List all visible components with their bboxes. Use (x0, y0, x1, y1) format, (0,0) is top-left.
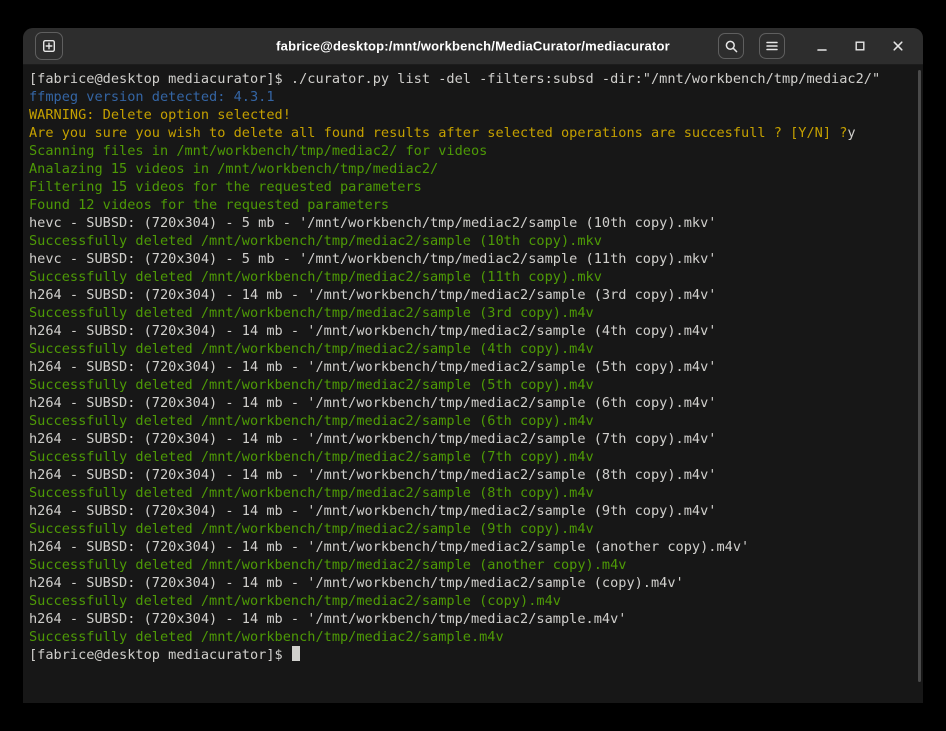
terminal-line: Are you sure you wish to delete all foun… (29, 124, 917, 142)
terminal-line: Filtering 15 videos for the requested pa… (29, 178, 917, 196)
terminal-line: Successfully deleted /mnt/workbench/tmp/… (29, 304, 917, 322)
terminal-window: fabrice@desktop:/mnt/workbench/MediaCura… (23, 28, 923, 703)
terminal-line: h264 - SUBSD: (720x304) - 14 mb - '/mnt/… (29, 466, 917, 484)
minimize-icon (815, 39, 829, 53)
terminal-line: h264 - SUBSD: (720x304) - 14 mb - '/mnt/… (29, 286, 917, 304)
terminal-line: Scanning files in /mnt/workbench/tmp/med… (29, 142, 917, 160)
new-tab-icon (41, 38, 57, 54)
terminal-line: Successfully deleted /mnt/workbench/tmp/… (29, 556, 917, 574)
terminal-line: h264 - SUBSD: (720x304) - 14 mb - '/mnt/… (29, 394, 917, 412)
terminal-line: Successfully deleted /mnt/workbench/tmp/… (29, 592, 917, 610)
terminal-line: Successfully deleted /mnt/workbench/tmp/… (29, 412, 917, 430)
terminal-output[interactable]: [fabrice@desktop mediacurator]$ ./curato… (23, 65, 923, 703)
terminal-line: Analazing 15 videos in /mnt/workbench/tm… (29, 160, 917, 178)
terminal-line: Found 12 videos for the requested parame… (29, 196, 917, 214)
terminal-line: h264 - SUBSD: (720x304) - 14 mb - '/mnt/… (29, 574, 917, 592)
terminal-line: Successfully deleted /mnt/workbench/tmp/… (29, 448, 917, 466)
maximize-icon (853, 39, 867, 53)
hamburger-icon (765, 39, 779, 53)
terminal-line: Successfully deleted /mnt/workbench/tmp/… (29, 484, 917, 502)
minimize-button[interactable] (811, 35, 833, 57)
close-button[interactable] (887, 35, 909, 57)
search-icon (724, 39, 739, 54)
terminal-line: Successfully deleted /mnt/workbench/tmp/… (29, 340, 917, 358)
scrollbar-thumb[interactable] (918, 70, 921, 682)
terminal-line: h264 - SUBSD: (720x304) - 14 mb - '/mnt/… (29, 502, 917, 520)
search-button[interactable] (718, 33, 744, 59)
terminal-line: h264 - SUBSD: (720x304) - 14 mb - '/mnt/… (29, 322, 917, 340)
titlebar-controls (718, 33, 909, 59)
terminal-line: ffmpeg version detected: 4.3.1 (29, 88, 917, 106)
terminal-line: WARNING: Delete option selected! (29, 106, 917, 124)
terminal-line: [fabrice@desktop mediacurator]$ ./curato… (29, 70, 917, 88)
terminal-line: hevc - SUBSD: (720x304) - 5 mb - '/mnt/w… (29, 214, 917, 232)
terminal-line: Successfully deleted /mnt/workbench/tmp/… (29, 520, 917, 538)
terminal-line: hevc - SUBSD: (720x304) - 5 mb - '/mnt/w… (29, 250, 917, 268)
terminal-line: h264 - SUBSD: (720x304) - 14 mb - '/mnt/… (29, 538, 917, 556)
terminal-line: Successfully deleted /mnt/workbench/tmp/… (29, 628, 917, 646)
menu-button[interactable] (759, 33, 785, 59)
close-icon (891, 39, 905, 53)
maximize-button[interactable] (849, 35, 871, 57)
titlebar[interactable]: fabrice@desktop:/mnt/workbench/MediaCura… (23, 28, 923, 65)
terminal-line: Successfully deleted /mnt/workbench/tmp/… (29, 268, 917, 286)
scrollbar[interactable] (917, 68, 922, 700)
terminal-line: Successfully deleted /mnt/workbench/tmp/… (29, 376, 917, 394)
new-tab-button[interactable] (35, 32, 63, 60)
terminal-cursor (292, 646, 300, 661)
terminal-line: Successfully deleted /mnt/workbench/tmp/… (29, 232, 917, 250)
terminal-line: [fabrice@desktop mediacurator]$ (29, 646, 917, 664)
terminal-line: h264 - SUBSD: (720x304) - 14 mb - '/mnt/… (29, 358, 917, 376)
terminal-line: h264 - SUBSD: (720x304) - 14 mb - '/mnt/… (29, 430, 917, 448)
terminal-line: h264 - SUBSD: (720x304) - 14 mb - '/mnt/… (29, 610, 917, 628)
